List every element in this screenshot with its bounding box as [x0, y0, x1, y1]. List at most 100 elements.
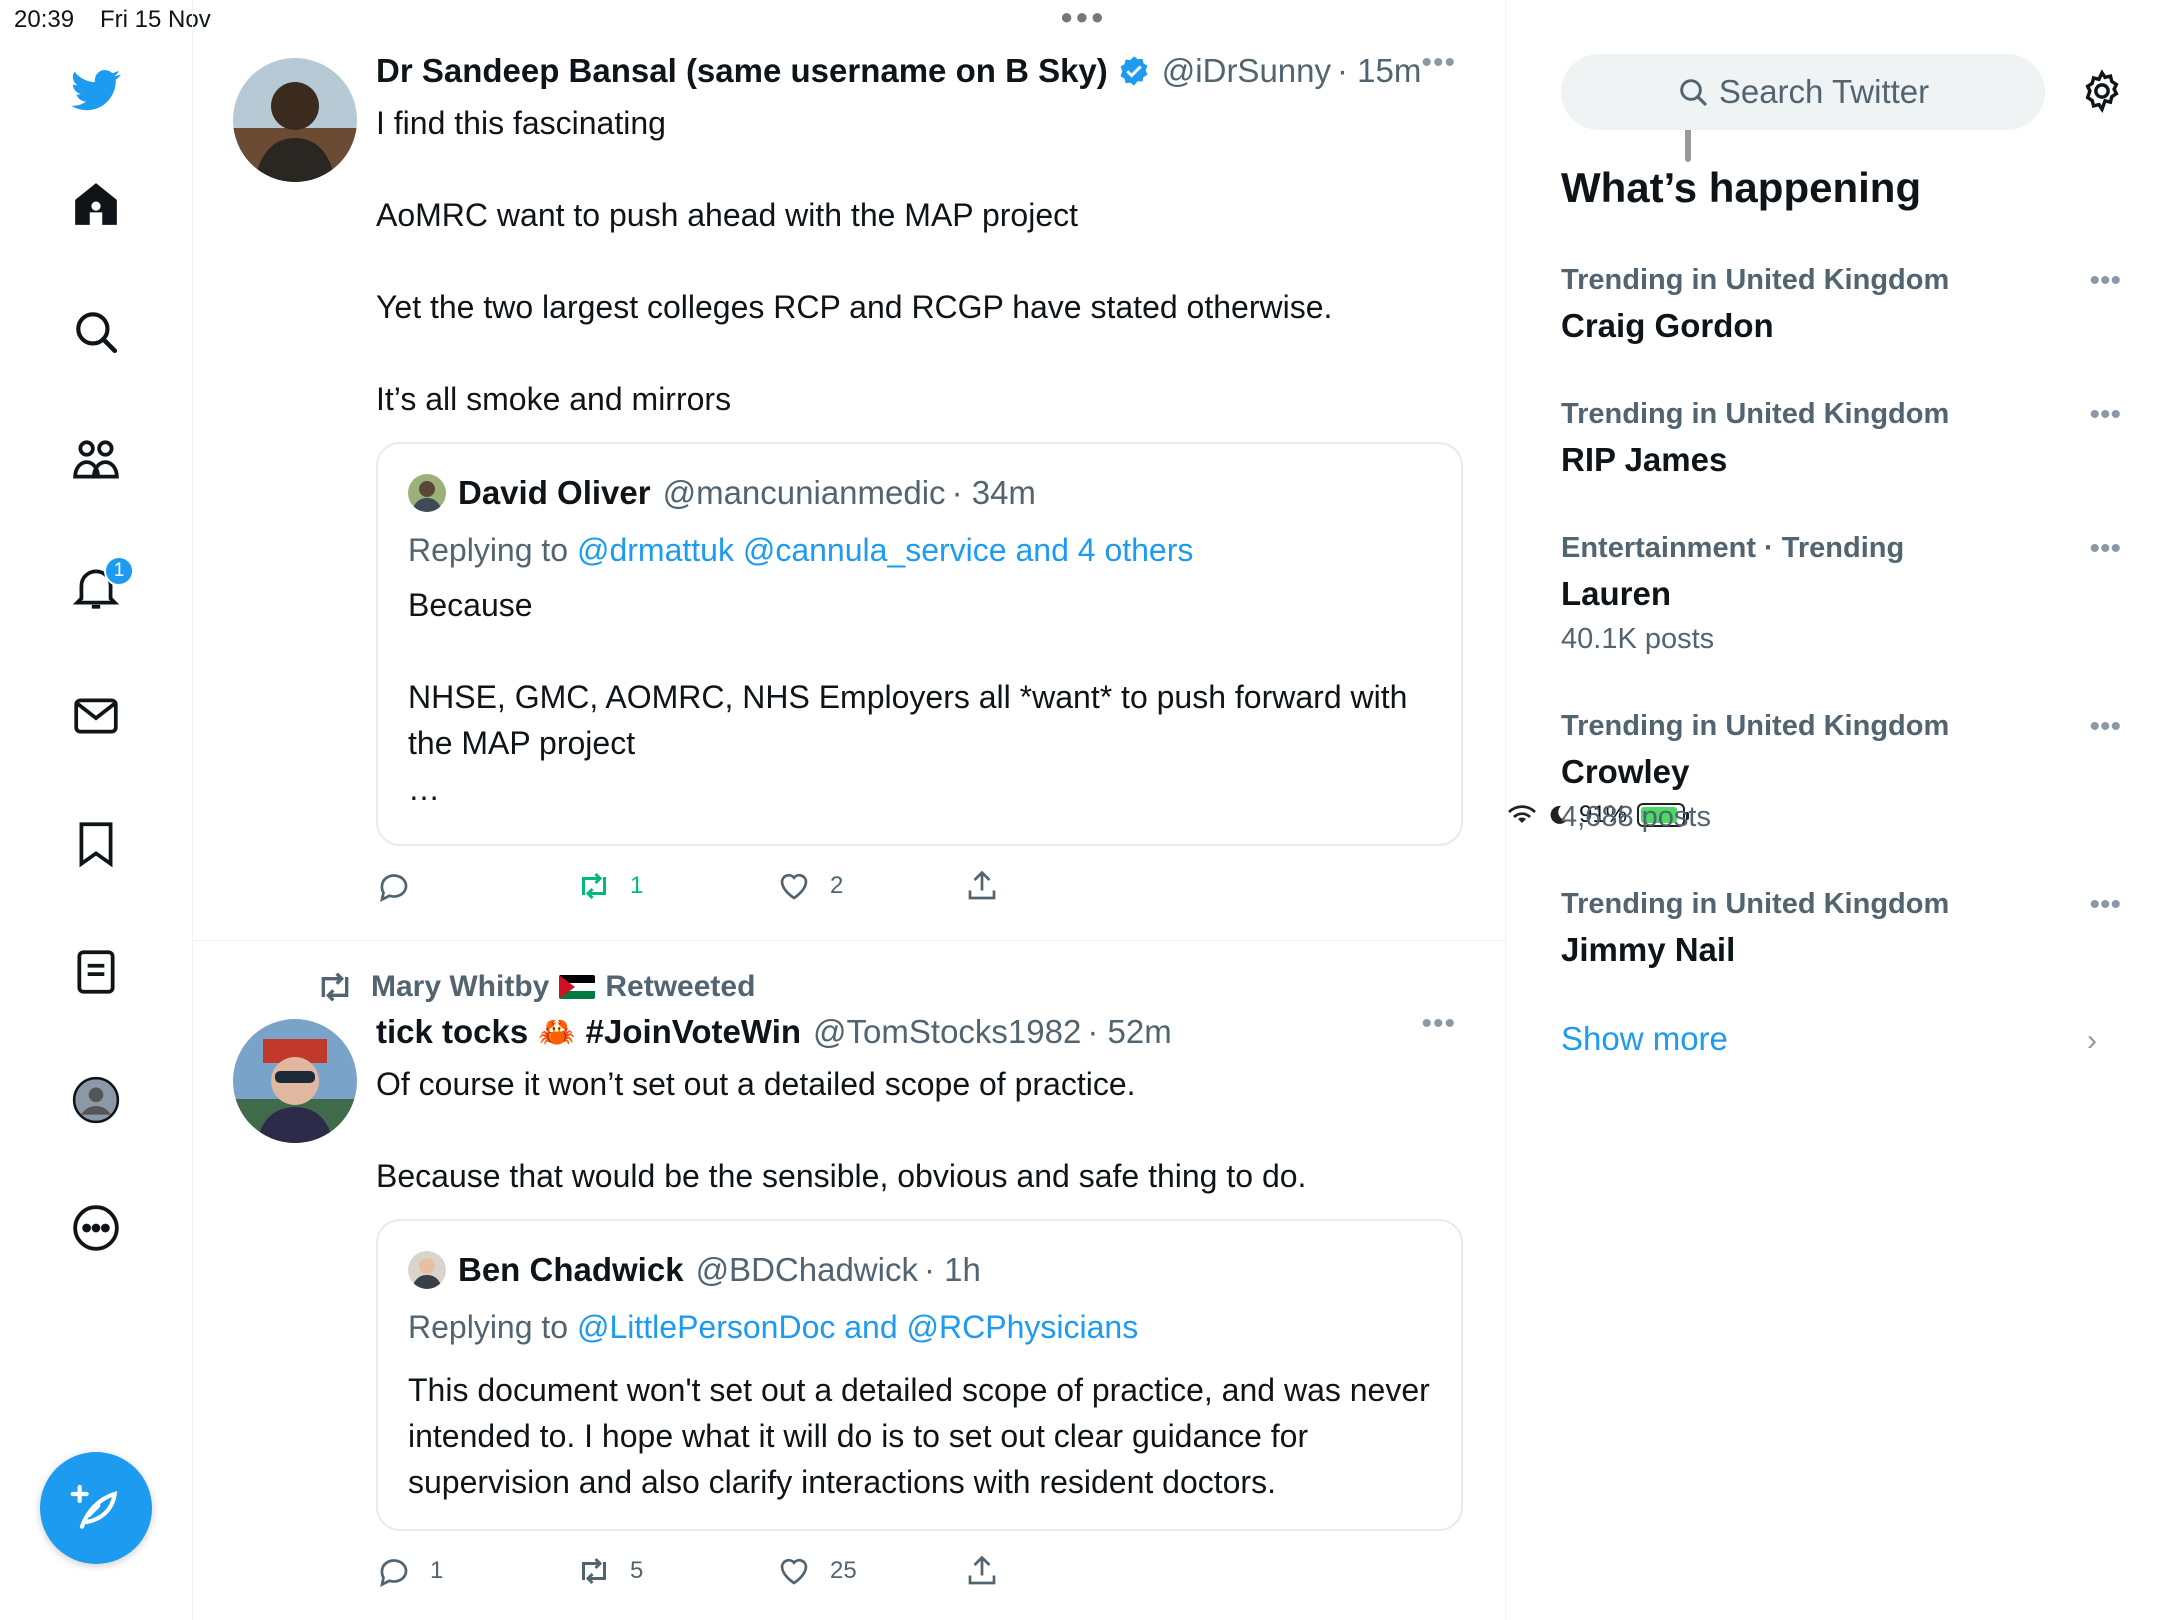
- communities-icon: [73, 440, 119, 479]
- lists-icon: [77, 950, 115, 994]
- nav-communities[interactable]: [60, 424, 132, 496]
- share-button[interactable]: [964, 1553, 1018, 1589]
- replying-to-links[interactable]: @drmattuk @cannula_service and 4 others: [577, 532, 1193, 568]
- author-name-part2[interactable]: #JoinVoteWin: [586, 1013, 801, 1051]
- reply-icon: [380, 874, 408, 902]
- author-name-part1[interactable]: tick tocks: [376, 1013, 528, 1051]
- nav-messages[interactable]: [60, 680, 132, 752]
- tweet[interactable]: Mary Whitby Retweeted tick tocks 🦀 #Join…: [193, 940, 1506, 1587]
- bookmark-icon: [79, 822, 113, 868]
- search-icon: [76, 312, 118, 354]
- quote-author-name: Ben Chadwick: [458, 1251, 684, 1288]
- trend-more-icon[interactable]: •••: [2089, 398, 2121, 432]
- author-handle[interactable]: @TomStocks1982: [813, 1013, 1081, 1051]
- quoted-tweet[interactable]: David Oliver @mancunianmedic · 34m Reply…: [376, 442, 1463, 846]
- trend-posts: 40.1K posts: [1561, 623, 1715, 655]
- retweeted-by-line: Mary Whitby Retweeted: [315, 967, 755, 1007]
- reply-button[interactable]: 1: [376, 1553, 443, 1589]
- trend-more-icon[interactable]: •••: [2089, 264, 2121, 298]
- tweet-more-icon[interactable]: •••: [1421, 1007, 1456, 1041]
- trend-name: Jimmy Nail: [1561, 931, 1736, 968]
- quote-author-handle: @BDChadwick: [695, 1251, 918, 1288]
- quote-text: This document won't set out a detailed s…: [408, 1372, 1430, 1500]
- like-count: 2: [830, 872, 844, 899]
- share-icon: [968, 1555, 996, 1585]
- reply-count: 1: [430, 1557, 444, 1584]
- verified-icon: [1120, 56, 1148, 86]
- trend-more-icon[interactable]: •••: [2089, 888, 2121, 922]
- share-icon: [968, 870, 996, 900]
- compose-button[interactable]: [40, 1452, 152, 1564]
- avatar[interactable]: [233, 1019, 357, 1143]
- reply-button[interactable]: [376, 868, 430, 904]
- replying-prefix: Replying to: [408, 532, 577, 568]
- tweet-time[interactable]: · 52m: [1087, 1013, 1171, 1051]
- nav-more[interactable]: [60, 1192, 132, 1264]
- palestine-flag-icon: [559, 975, 596, 999]
- search-placeholder: Search Twitter: [1718, 73, 1930, 110]
- trend-context: Trending in United Kingdom: [1561, 264, 1950, 296]
- more-circle-icon: [73, 1205, 119, 1251]
- timeline: Dr Sandeep Bansal (same username on B Sk…: [193, 0, 1691, 1620]
- home-icon: [75, 183, 117, 225]
- retweet-icon: [582, 1557, 606, 1585]
- nav-bookmarks[interactable]: [60, 808, 132, 880]
- trend-item[interactable]: Trending in United Kingdom Craig Gordon …: [1561, 264, 2121, 345]
- crab-emoji-icon: 🦀: [538, 1015, 576, 1049]
- chevron-right-icon[interactable]: ›: [2087, 1024, 2097, 1058]
- nav-profile[interactable]: [60, 1064, 132, 1136]
- trend-context: Entertainment · Trending: [1561, 532, 1905, 564]
- nav-home[interactable]: [60, 168, 132, 240]
- author-handle[interactable]: @iDrSunny: [1162, 52, 1331, 90]
- quote-author-handle: @mancunianmedic: [662, 474, 946, 511]
- tweet-header: tick tocks 🦀 #JoinVoteWin @TomStocks1982…: [376, 1013, 1172, 1051]
- trend-item[interactable]: Trending in United Kingdom Jimmy Nail ••…: [1561, 888, 2121, 969]
- avatar[interactable]: [233, 58, 357, 182]
- tweet-actions: 1 2: [376, 868, 1076, 908]
- trend-item[interactable]: Entertainment · Trending Lauren 40.1K po…: [1561, 532, 2121, 656]
- search-icon: [1680, 79, 1707, 106]
- like-button[interactable]: 2: [776, 868, 843, 904]
- tweet-more-icon[interactable]: •••: [1421, 46, 1456, 80]
- quote-time: · 34m: [951, 474, 1036, 511]
- quote-text: Because NHSE, GMC, AOMRC, NHS Employers …: [408, 587, 1408, 807]
- like-button[interactable]: 25: [776, 1553, 857, 1589]
- trend-name: Craig Gordon: [1561, 307, 1774, 344]
- nav-lists[interactable]: [60, 936, 132, 1008]
- nav-notifications[interactable]: 1: [60, 552, 134, 624]
- quote-avatar: [408, 1251, 446, 1289]
- twitter-bird-icon[interactable]: [60, 54, 132, 126]
- retweeted-label: Retweeted: [605, 970, 756, 1003]
- retweet-button[interactable]: 5: [576, 1553, 643, 1589]
- retweet-icon: [321, 972, 349, 1002]
- show-more-link[interactable]: Show more: [1561, 1020, 1728, 1058]
- retweet-button[interactable]: 1: [576, 868, 643, 904]
- quote-header: David Oliver @mancunianmedic · 34m: [408, 474, 1036, 512]
- share-button[interactable]: [964, 868, 1018, 904]
- quoted-tweet[interactable]: Ben Chadwick @BDChadwick · 1h Replying t…: [376, 1219, 1463, 1531]
- like-count: 25: [830, 1557, 857, 1584]
- search-input[interactable]: Search Twitter: [1561, 54, 2045, 130]
- quote-header: Ben Chadwick @BDChadwick · 1h: [408, 1251, 981, 1289]
- whats-happening-title: What’s happening: [1561, 164, 1922, 211]
- tweet-time[interactable]: · 15m: [1337, 52, 1421, 90]
- mail-icon: [74, 698, 118, 734]
- gear-icon[interactable]: [2079, 68, 2125, 114]
- quote-avatar: [408, 474, 446, 512]
- retweet-count: 1: [630, 872, 644, 899]
- replying-prefix: Replying to: [408, 1309, 577, 1345]
- retweeter-name[interactable]: Mary Whitby: [371, 970, 549, 1004]
- heart-icon: [780, 1558, 808, 1585]
- heart-icon: [780, 873, 808, 900]
- replying-to-links[interactable]: @LittlePersonDoc and @RCPhysicians: [577, 1309, 1138, 1345]
- trend-item[interactable]: Trending in United Kingdom Crowley 4,688…: [1561, 710, 2121, 834]
- profile-icon: [72, 1076, 120, 1124]
- compose-icon: [70, 1484, 118, 1529]
- author-name[interactable]: Dr Sandeep Bansal (same username on B Sk…: [376, 52, 1108, 90]
- trend-context: Trending in United Kingdom: [1561, 398, 1950, 430]
- trend-more-icon[interactable]: •••: [2089, 710, 2121, 744]
- nav-explore[interactable]: [60, 296, 132, 368]
- notification-badge: 1: [104, 556, 134, 586]
- trend-more-icon[interactable]: •••: [2089, 532, 2121, 566]
- trend-item[interactable]: Trending in United Kingdom RIP James •••: [1561, 398, 2121, 479]
